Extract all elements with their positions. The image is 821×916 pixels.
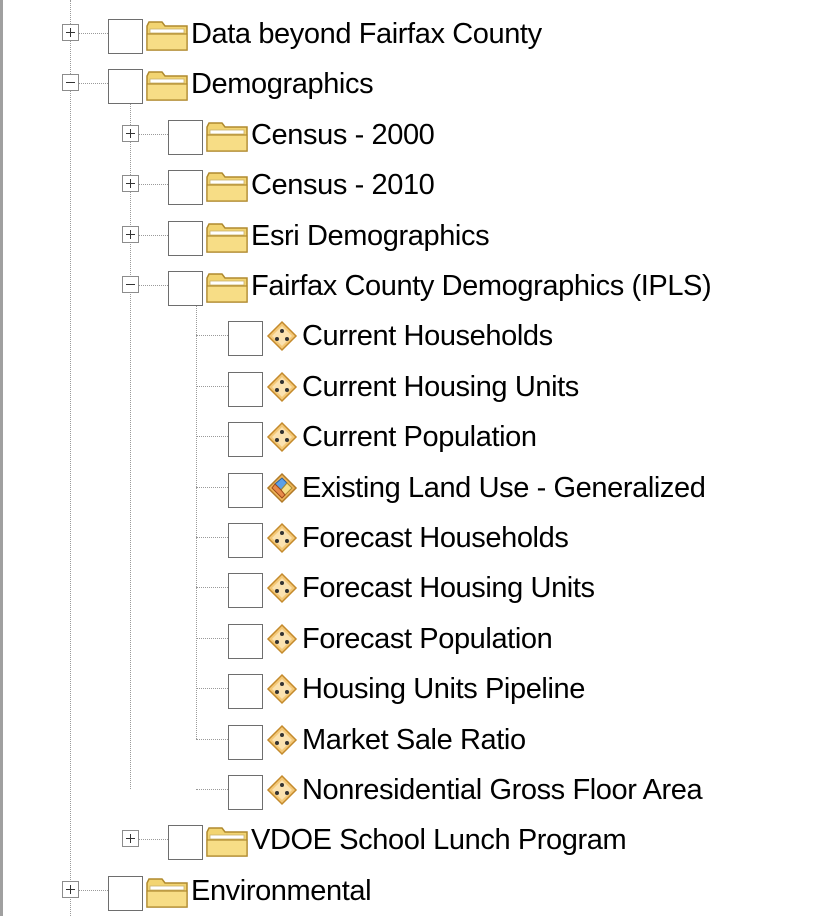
- tree-connector: [79, 33, 108, 34]
- expand-icon[interactable]: [122, 830, 139, 848]
- visibility-checkbox[interactable]: [228, 523, 263, 558]
- tree-node-label: Existing Land Use - Generalized: [302, 471, 706, 504]
- visibility-checkbox[interactable]: [228, 623, 263, 659]
- tree-node-row[interactable]: Census - 2010: [0, 159, 821, 209]
- layer-row[interactable]: Nonresidential Gross Floor Area: [0, 764, 821, 814]
- expand-icon[interactable]: [122, 124, 139, 142]
- tree-node-label: Forecast Population: [302, 622, 553, 655]
- tree-node-label: Forecast Households: [302, 522, 569, 554]
- expand-icon[interactable]: [122, 225, 139, 243]
- tree-node-label: Nonresidential Gross Floor Area: [302, 774, 703, 806]
- layer-tree[interactable]: Data beyond Fairfax County Demographics Ce…: [0, 0, 821, 916]
- tree-connector: [196, 738, 228, 740]
- tree-connector: [196, 789, 228, 790]
- visibility-checkbox[interactable]: [168, 170, 203, 206]
- tree-connector: [196, 587, 228, 589]
- visibility-checkbox[interactable]: [228, 321, 263, 357]
- folder-icon: [205, 270, 249, 304]
- layer-row[interactable]: Current Housing Units: [0, 361, 821, 411]
- point-layer-icon: [266, 774, 298, 806]
- tree-connector: [139, 285, 168, 286]
- layer-row[interactable]: Forecast Households: [0, 512, 821, 562]
- folder-icon: [205, 824, 249, 858]
- tree-node-label: Data beyond Fairfax County: [191, 18, 542, 50]
- point-layer-icon: [266, 673, 298, 705]
- layer-row[interactable]: Current Households: [0, 310, 821, 360]
- visibility-checkbox[interactable]: [108, 69, 143, 105]
- tree-node-row[interactable]: Esri Demographics: [0, 210, 821, 260]
- tree-connector: [139, 133, 168, 135]
- visibility-checkbox[interactable]: [228, 775, 263, 810]
- point-layer-icon: [266, 724, 298, 756]
- point-layer-icon: [266, 421, 298, 453]
- tree-connector: [139, 839, 168, 841]
- tree-node-label: Housing Units Pipeline: [302, 673, 585, 706]
- tree-node-row[interactable]: Data beyond Fairfax County: [0, 8, 821, 58]
- visibility-checkbox[interactable]: [228, 472, 263, 508]
- point-layer-icon: [266, 371, 298, 403]
- visibility-checkbox[interactable]: [168, 271, 203, 306]
- tree-connector: [196, 385, 228, 387]
- tree-node-label: Esri Demographics: [251, 219, 490, 252]
- visibility-checkbox[interactable]: [168, 825, 203, 861]
- point-layer-icon: [266, 522, 298, 554]
- point-layer-icon: [266, 320, 298, 352]
- tree-node-label: Fairfax County Demographics (IPLS): [251, 270, 712, 302]
- point-layer-icon: [266, 623, 298, 655]
- collapse-icon[interactable]: [62, 74, 79, 92]
- folder-icon: [145, 875, 189, 909]
- tree-connector: [79, 83, 108, 85]
- layer-row[interactable]: Existing Land Use - Generalized: [0, 462, 821, 512]
- tree-connector: [139, 234, 168, 236]
- layer-row[interactable]: Market Sale Ratio: [0, 714, 821, 764]
- layer-row[interactable]: Forecast Housing Units: [0, 562, 821, 612]
- tree-connector: [139, 184, 168, 186]
- tree-connector: [196, 637, 228, 639]
- layer-row[interactable]: Current Population: [0, 411, 821, 461]
- folder-icon: [205, 220, 249, 254]
- tree-node-label: Environmental: [191, 874, 372, 907]
- tree-node-label: Current Population: [302, 421, 537, 454]
- folder-icon: [205, 169, 249, 203]
- tree-node-label: Census - 2010: [251, 169, 435, 202]
- visibility-checkbox[interactable]: [228, 724, 263, 760]
- folder-icon: [145, 68, 189, 102]
- expand-icon[interactable]: [62, 880, 79, 898]
- tree-node-row[interactable]: VDOE School Lunch Program: [0, 814, 821, 864]
- folder-icon: [205, 119, 249, 153]
- visibility-checkbox[interactable]: [228, 674, 263, 710]
- tree-node-row[interactable]: Fairfax County Demographics (IPLS): [0, 260, 821, 310]
- expand-icon[interactable]: [122, 175, 139, 193]
- folder-icon: [145, 18, 189, 52]
- tree-node-label: Current Housing Units: [302, 370, 579, 403]
- tree-node-label: Demographics: [191, 68, 374, 101]
- tree-connector: [196, 537, 228, 538]
- tree-connector: [196, 436, 228, 438]
- visibility-checkbox[interactable]: [228, 573, 263, 609]
- tree-node-label: Census - 2000: [251, 118, 435, 151]
- visibility-checkbox[interactable]: [108, 19, 143, 54]
- tree-node-label: VDOE School Lunch Program: [251, 824, 627, 857]
- polygon-layer-icon: [266, 472, 298, 504]
- visibility-checkbox[interactable]: [168, 220, 203, 256]
- tree-connector: [196, 335, 228, 337]
- point-layer-icon: [266, 572, 298, 604]
- tree-node-row[interactable]: Demographics: [0, 58, 821, 108]
- tree-node-label: Forecast Housing Units: [302, 572, 595, 605]
- tree-connector: [196, 688, 228, 690]
- visibility-checkbox[interactable]: [108, 875, 143, 911]
- tree-connector: [79, 889, 108, 891]
- tree-connector: [196, 486, 228, 488]
- tree-node-label: Current Households: [302, 320, 553, 353]
- visibility-checkbox[interactable]: [228, 422, 263, 458]
- expand-icon[interactable]: [62, 24, 79, 41]
- tree-node-row[interactable]: Environmental: [0, 865, 821, 915]
- collapse-icon[interactable]: [122, 276, 139, 293]
- layer-row[interactable]: Forecast Population: [0, 613, 821, 663]
- visibility-checkbox[interactable]: [168, 119, 203, 155]
- tree-node-label: Market Sale Ratio: [302, 723, 526, 756]
- visibility-checkbox[interactable]: [228, 371, 263, 407]
- layer-row[interactable]: Housing Units Pipeline: [0, 663, 821, 713]
- tree-node-row[interactable]: Census - 2000: [0, 109, 821, 159]
